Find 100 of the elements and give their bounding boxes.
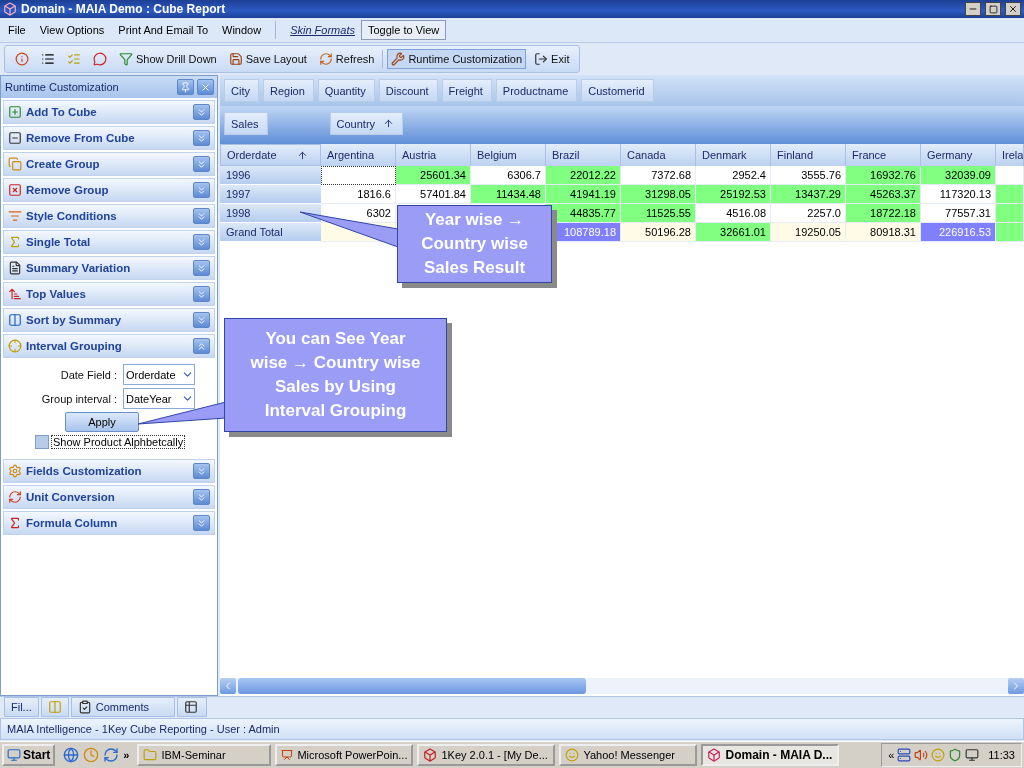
expand-toggle[interactable]: [193, 312, 210, 328]
expand-toggle[interactable]: [193, 208, 210, 224]
field-button[interactable]: Quantity: [317, 79, 375, 102]
section-header[interactable]: Style Conditions: [3, 204, 215, 228]
sort-arrow-icon: [383, 118, 395, 129]
expand-toggle[interactable]: [193, 489, 210, 505]
row-header[interactable]: Grand Total: [220, 223, 321, 242]
field-button[interactable]: Region: [262, 79, 314, 102]
section-header[interactable]: Sort by Summary: [3, 308, 215, 332]
section-header[interactable]: Remove From Cube: [3, 126, 215, 150]
tab[interactable]: Fil...: [4, 697, 39, 717]
menu-item[interactable]: Print And Email To: [118, 24, 209, 36]
section-header[interactable]: Formula Column: [3, 511, 215, 535]
column-field-button[interactable]: Country: [329, 112, 404, 135]
section-header[interactable]: Summary Variation: [3, 256, 215, 280]
column-header[interactable]: Argentina: [321, 144, 396, 166]
scroll-right-button[interactable]: [1008, 678, 1024, 694]
browser-icon: [63, 747, 80, 763]
close-button[interactable]: [1005, 2, 1021, 16]
expand-toggle[interactable]: [193, 234, 210, 250]
field-button[interactable]: Discount: [378, 79, 438, 102]
field-button[interactable]: Productname: [495, 79, 578, 102]
data-field-button[interactable]: Sales: [224, 112, 268, 135]
taskbar-button[interactable]: 1Key 2.0.1 - [My De...: [417, 744, 556, 766]
row-header[interactable]: 1997: [220, 185, 321, 204]
sort-arrow-icon: [297, 149, 308, 161]
pin-button[interactable]: [177, 79, 194, 95]
column-header[interactable]: Austria: [396, 144, 471, 166]
group-interval-dropdown[interactable]: DateYear: [123, 388, 195, 409]
expand-toggle[interactable]: [193, 338, 210, 354]
expand-toggle[interactable]: [193, 130, 210, 146]
expand-toggle[interactable]: [193, 182, 210, 198]
start-button[interactable]: Start: [2, 744, 56, 766]
column-header[interactable]: Denmark: [696, 144, 771, 166]
toolbar-button[interactable]: Runtime Customization: [387, 49, 527, 69]
minimize-button[interactable]: [965, 2, 981, 16]
restore-button[interactable]: [985, 2, 1001, 16]
scroll-thumb[interactable]: [238, 678, 586, 694]
table-cell: 117320.13: [921, 185, 996, 204]
expand-toggle[interactable]: [193, 260, 210, 276]
toolbar-button[interactable]: Show Drill Down: [115, 49, 221, 69]
menu-item[interactable]: Window: [222, 24, 262, 36]
field-button[interactable]: Freight: [441, 79, 492, 102]
section-header[interactable]: Create Group: [3, 152, 215, 176]
section-header[interactable]: Fields Customization: [3, 459, 215, 483]
column-header[interactable]: Canada: [621, 144, 696, 166]
row-field-button[interactable]: Orderdate: [220, 144, 321, 166]
tab[interactable]: [176, 697, 207, 717]
chevrons-down-icon: [196, 491, 207, 503]
skin-formats-link[interactable]: Skin Formats: [290, 24, 355, 36]
section-header[interactable]: Interval Grouping: [3, 334, 215, 358]
gear-icon: [8, 464, 22, 478]
section-header[interactable]: Single Total: [3, 230, 215, 254]
column-header[interactable]: Irela: [996, 144, 1024, 166]
section-header[interactable]: Unit Conversion: [3, 485, 215, 509]
column-header[interactable]: France: [846, 144, 921, 166]
apply-button[interactable]: Apply: [65, 412, 139, 432]
refresh-icon: [8, 490, 22, 504]
taskbar-button[interactable]: Yahoo! Messenger: [559, 744, 698, 766]
section-header[interactable]: Remove Group: [3, 178, 215, 202]
section-header[interactable]: Top Values: [3, 282, 215, 306]
more-chevron[interactable]: »: [123, 749, 130, 761]
chevrons-down-icon: [196, 236, 207, 248]
toolbar-button[interactable]: Refresh: [314, 49, 379, 69]
toolbar-button[interactable]: Save Layout: [224, 49, 311, 69]
expand-toggle[interactable]: [193, 104, 210, 120]
table-cell: 2257.0: [771, 204, 846, 223]
exit-icon: [534, 52, 549, 66]
chevrons-down-icon: [196, 158, 207, 170]
taskbar-button[interactable]: Domain - MAIA D...: [701, 744, 840, 766]
section-label: Fields Customization: [26, 465, 143, 477]
expand-toggle[interactable]: [193, 156, 210, 172]
expand-toggle[interactable]: [193, 286, 210, 302]
taskbar-button[interactable]: Microsoft PowerPoin...: [275, 744, 414, 766]
field-button[interactable]: City: [224, 79, 259, 102]
scroll-left-button[interactable]: [220, 678, 236, 694]
chevrons-down-icon: [196, 210, 207, 222]
menu-item[interactable]: File: [8, 24, 26, 36]
row-header[interactable]: 1996: [220, 166, 321, 185]
expand-toggle[interactable]: [193, 515, 210, 531]
refresh-icon: [103, 747, 120, 763]
toggle-view-button[interactable]: Toggle to View: [360, 20, 447, 40]
tray-expand-button[interactable]: «: [888, 749, 895, 761]
menu-item[interactable]: View Options: [39, 24, 105, 36]
expand-toggle[interactable]: [193, 463, 210, 479]
date-field-dropdown[interactable]: Orderdate: [123, 364, 195, 385]
taskbar-button[interactable]: IBM-Seminar: [137, 744, 272, 766]
horizontal-scrollbar[interactable]: [220, 678, 1024, 694]
column-header[interactable]: Finland: [771, 144, 846, 166]
chevrons-down-icon: [196, 184, 207, 196]
document-icon: [8, 261, 22, 275]
tab[interactable]: Comments: [70, 697, 175, 717]
column-header[interactable]: Belgium: [471, 144, 546, 166]
chevrons-down-icon: [196, 314, 207, 326]
column-header[interactable]: Brazil: [546, 144, 621, 166]
checkbox[interactable]: [35, 435, 49, 449]
toolbar-button[interactable]: Exit: [530, 49, 574, 69]
section-header[interactable]: Add To Cube: [3, 100, 215, 124]
column-header[interactable]: Germany: [921, 144, 996, 166]
field-button[interactable]: Customerid: [581, 79, 654, 102]
